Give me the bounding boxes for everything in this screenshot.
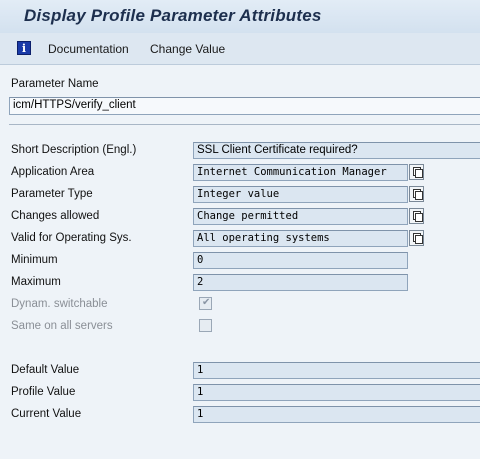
same-on-all-servers-label: Same on all servers — [11, 320, 113, 332]
current-value-label: Current Value — [11, 408, 82, 420]
valid-os-field[interactable]: All operating systems — [193, 230, 408, 247]
valid-os-label: Valid for Operating Sys. — [11, 232, 132, 244]
minimum-field[interactable]: 0 — [193, 252, 408, 269]
info-icon[interactable]: i — [17, 41, 31, 55]
parameter-name-label: Parameter Name — [11, 78, 99, 90]
default-value-field[interactable]: 1 — [193, 362, 480, 379]
value-help-icon[interactable] — [409, 186, 424, 202]
short-description-label: Short Description (Engl.) — [11, 144, 137, 156]
change-value-button[interactable]: Change Value — [150, 42, 225, 56]
minimum-label: Minimum — [11, 254, 58, 266]
checkmark-icon: ✔ — [202, 297, 211, 308]
application-area-field[interactable]: Internet Communication Manager — [193, 164, 408, 181]
maximum-field[interactable]: 2 — [193, 274, 408, 291]
changes-allowed-label: Changes allowed — [11, 210, 100, 222]
profile-value-field[interactable]: 1 — [193, 384, 480, 401]
dynam-switchable-label: Dynam. switchable — [11, 298, 108, 310]
dynam-switchable-checkbox[interactable]: ✔ — [199, 297, 212, 310]
parameter-type-field[interactable]: Integer value — [193, 186, 408, 203]
value-help-icon[interactable] — [409, 208, 424, 224]
short-description-field[interactable]: SSL Client Certificate required? — [193, 142, 480, 159]
value-help-icon[interactable] — [409, 230, 424, 246]
value-help-icon[interactable] — [409, 164, 424, 180]
documentation-button[interactable]: Documentation — [48, 42, 129, 56]
current-value-field[interactable]: 1 — [193, 406, 480, 423]
title-bar: Display Profile Parameter Attributes — [0, 0, 480, 33]
application-area-label: Application Area — [11, 166, 95, 178]
same-on-all-servers-checkbox[interactable] — [199, 319, 212, 332]
parameter-name-field[interactable]: icm/HTTPS/verify_client — [9, 97, 480, 115]
application-toolbar: i Documentation Change Value — [0, 33, 480, 65]
default-value-label: Default Value — [11, 364, 80, 376]
changes-allowed-field[interactable]: Change permitted — [193, 208, 408, 225]
separator — [9, 124, 480, 125]
parameter-type-label: Parameter Type — [11, 188, 93, 200]
main-content: Parameter Name icm/HTTPS/verify_client S… — [0, 66, 480, 459]
maximum-label: Maximum — [11, 276, 61, 288]
window-title: Display Profile Parameter Attributes — [24, 6, 322, 25]
profile-value-label: Profile Value — [11, 386, 76, 398]
